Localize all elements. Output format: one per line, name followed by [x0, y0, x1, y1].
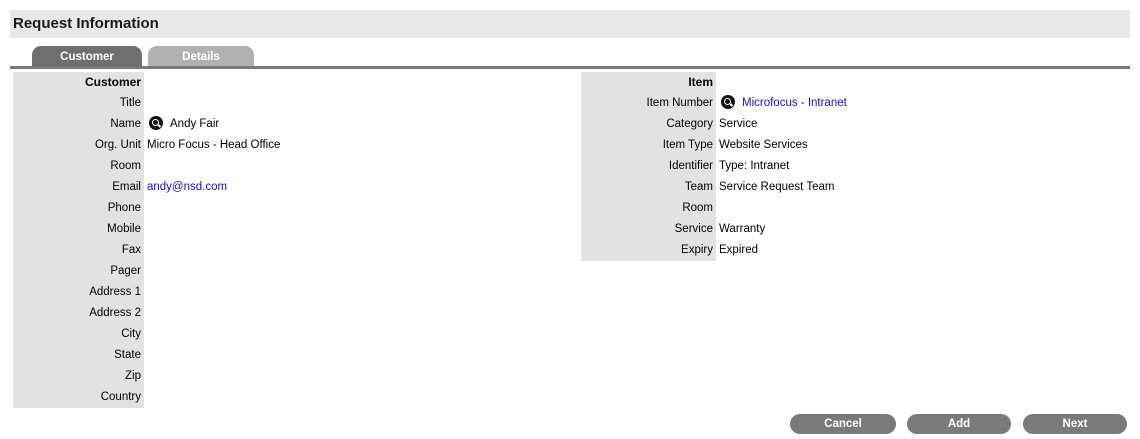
tab-bar: Customer Details: [10, 46, 1130, 70]
field-label: Address 2: [13, 303, 144, 324]
customer-section-label: Customer: [13, 72, 144, 93]
field-label: Room: [13, 156, 144, 177]
search-icon[interactable]: [149, 115, 163, 130]
field-label: Item Number: [581, 93, 716, 114]
customer-name-value: Andy Fair: [170, 118, 220, 130]
tab-customer[interactable]: Customer: [32, 46, 142, 67]
field-label: Phone: [13, 198, 144, 219]
field-label: Pager: [13, 261, 144, 282]
field-label: Fax: [13, 240, 144, 261]
field-label: Org. Unit: [13, 135, 144, 156]
field-label: Room: [581, 198, 716, 219]
field-label: Zip: [13, 366, 144, 387]
field-label: Expiry: [581, 240, 716, 261]
page-title: Request Information: [13, 15, 159, 32]
field-label: Email: [13, 177, 144, 198]
item-service-value: Warranty: [719, 223, 766, 235]
item-team-value: Service Request Team: [719, 181, 835, 193]
customer-email-link[interactable]: andy@nsd.com: [147, 177, 227, 198]
tab-details[interactable]: Details: [148, 46, 254, 67]
item-section-label: Item: [581, 72, 716, 93]
field-label: Category: [581, 114, 716, 135]
field-label: Country: [13, 387, 144, 408]
field-label: Item Type: [581, 135, 716, 156]
field-label: Mobile: [13, 219, 144, 240]
field-label: City: [13, 324, 144, 345]
field-label: Name: [13, 114, 144, 135]
field-label: Team: [581, 177, 716, 198]
section-header: Request Information: [10, 10, 1130, 38]
field-label: Identifier: [581, 156, 716, 177]
field-label: Service: [581, 219, 716, 240]
field-label: Title: [13, 93, 144, 114]
item-category-value: Service: [719, 118, 758, 130]
item-identifier-value: Type: Intranet: [719, 160, 790, 172]
add-button[interactable]: Add: [907, 414, 1011, 434]
item-type-value: Website Services: [719, 139, 808, 151]
customer-org-unit-value: Micro Focus - Head Office: [147, 139, 281, 151]
search-icon[interactable]: [721, 94, 735, 109]
field-label: Address 1: [13, 282, 144, 303]
field-label: State: [13, 345, 144, 366]
next-button[interactable]: Next: [1023, 414, 1127, 434]
cancel-button[interactable]: Cancel: [790, 414, 896, 434]
item-expiry-value: Expired: [719, 244, 758, 256]
tab-underline: [10, 66, 1130, 69]
item-number-link[interactable]: Microfocus - Intranet: [742, 97, 847, 109]
